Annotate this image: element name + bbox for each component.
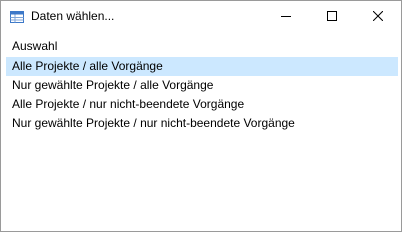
selection-heading: Auswahl — [12, 39, 58, 53]
list-item-selected-projects-unfinished-tasks[interactable]: Nur gewählte Projekte / nur nicht-beende… — [6, 114, 398, 133]
list-item-selected-projects-all-tasks[interactable]: Nur gewählte Projekte / alle Vorgänge — [6, 76, 398, 95]
list-item-all-projects-all-tasks[interactable]: Alle Projekte / alle Vorgänge — [6, 57, 398, 76]
maximize-icon — [327, 11, 337, 21]
close-icon — [373, 11, 383, 21]
minimize-button[interactable] — [263, 1, 309, 31]
dialog-content: Auswahl Alle Projekte / alle Vorgänge Nu… — [1, 31, 401, 231]
window-title: Daten wählen... — [31, 9, 115, 23]
list-item-all-projects-unfinished-tasks[interactable]: Alle Projekte / nur nicht-beendete Vorgä… — [6, 95, 398, 114]
title-bar[interactable]: Daten wählen... — [1, 1, 401, 31]
maximize-button[interactable] — [309, 1, 355, 31]
minimize-icon — [281, 11, 291, 21]
dialog-window: Daten wählen... Auswahl Alle Projekte / … — [0, 0, 402, 232]
close-button[interactable] — [355, 1, 401, 31]
table-icon — [10, 10, 24, 23]
selection-list[interactable]: Alle Projekte / alle Vorgänge Nur gewähl… — [6, 57, 398, 133]
